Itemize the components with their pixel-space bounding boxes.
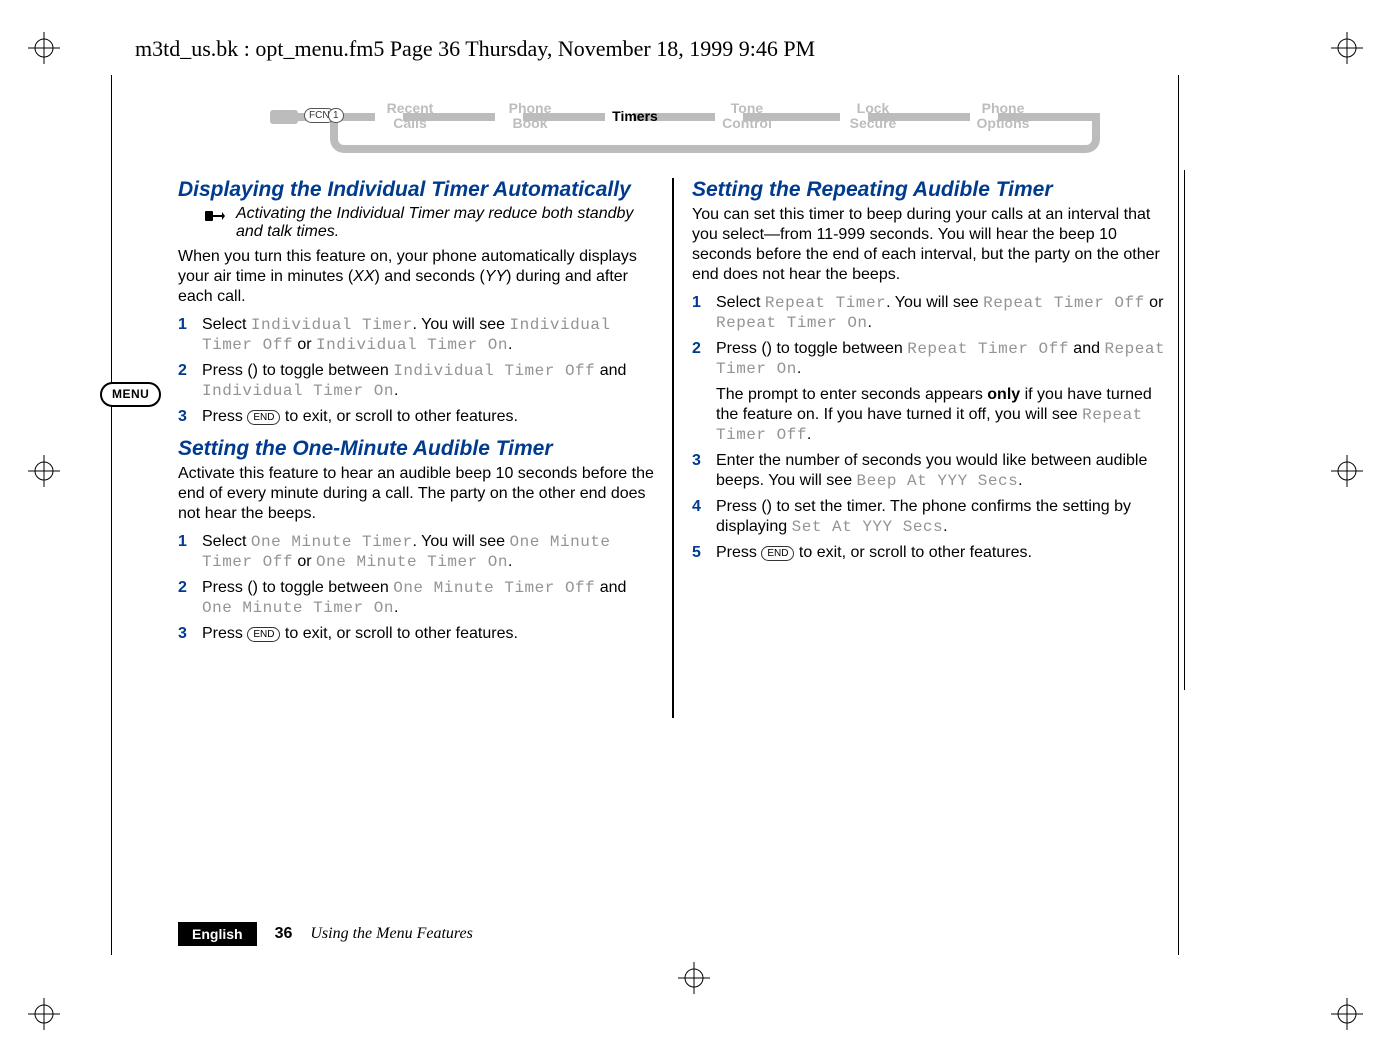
page-frame-line <box>1178 75 1179 955</box>
page-footer: English 36 Using the Menu Features <box>178 922 473 946</box>
step: Press END to exit, or scroll to other fe… <box>178 407 654 427</box>
crumb-lock-secure: LockSecure <box>828 101 918 131</box>
content-columns: Displaying the Individual Timer Automati… <box>178 172 1168 718</box>
registration-mark-icon <box>678 962 710 994</box>
column-divider <box>672 178 674 718</box>
crumb-phone-book: PhoneBook <box>485 101 575 131</box>
registration-mark-icon <box>1331 455 1363 487</box>
nav-breadcrumb: FCN 1 RecentCalls PhoneBook Timers ToneC… <box>270 95 1100 159</box>
end-key-icon: END <box>761 546 794 561</box>
crumb-recent-calls: RecentCalls <box>365 101 455 131</box>
page-frame-line <box>111 75 112 955</box>
steps-one-minute-timer: Select One Minute Timer. You will see On… <box>178 532 654 644</box>
step: Select Individual Timer. You will see In… <box>178 315 654 355</box>
footer-section-title: Using the Menu Features <box>310 925 472 943</box>
step: Press END to exit, or scroll to other fe… <box>692 543 1168 563</box>
steps-individual-timer: Select Individual Timer. You will see In… <box>178 315 654 427</box>
end-key-icon: END <box>247 410 280 425</box>
note-hand-icon <box>204 207 230 241</box>
left-column: Displaying the Individual Timer Automati… <box>178 172 654 718</box>
steps-repeating-timer: Select Repeat Timer. You will see Repeat… <box>692 293 1168 563</box>
step: Press () to toggle between Individual Ti… <box>178 361 654 401</box>
heading-one-minute-timer: Setting the One-Minute Audible Timer <box>178 437 654 460</box>
registration-mark-icon <box>1331 32 1363 64</box>
breadcrumb-start-pill <box>270 110 298 124</box>
page-number: 36 <box>275 925 293 943</box>
step: Press () to set the timer. The phone con… <box>692 497 1168 537</box>
heading-individual-timer: Displaying the Individual Timer Automati… <box>178 178 654 201</box>
note-individual-timer: Activating the Individual Timer may redu… <box>204 205 654 241</box>
registration-mark-icon <box>28 998 60 1030</box>
para-repeating-timer: You can set this timer to beep during yo… <box>692 205 1168 285</box>
one-key-icon: 1 <box>328 108 344 123</box>
crumb-timers: Timers <box>590 109 680 124</box>
registration-mark-icon <box>28 32 60 64</box>
end-key-icon: END <box>247 627 280 642</box>
step: Press END to exit, or scroll to other fe… <box>178 624 654 644</box>
crumb-phone-options: PhoneOptions <box>958 101 1048 131</box>
language-badge: English <box>178 922 257 946</box>
step: Press () to toggle between Repeat Timer … <box>692 339 1168 445</box>
menu-key-icon: MENU <box>100 382 161 407</box>
running-header: m3td_us.bk : opt_menu.fm5 Page 36 Thursd… <box>135 36 815 62</box>
right-content-edge <box>1184 170 1185 690</box>
right-column: Setting the Repeating Audible Timer You … <box>692 172 1168 718</box>
step: Press () to toggle between One Minute Ti… <box>178 578 654 618</box>
step: Enter the number of seconds you would li… <box>692 451 1168 491</box>
note-text: Activating the Individual Timer may redu… <box>236 205 654 241</box>
para-one-minute-timer: Activate this feature to hear an audible… <box>178 464 654 524</box>
registration-mark-icon <box>28 455 60 487</box>
registration-mark-icon <box>1331 998 1363 1030</box>
crumb-tone-control: ToneControl <box>702 101 792 131</box>
heading-repeating-timer: Setting the Repeating Audible Timer <box>692 178 1168 201</box>
step: Select One Minute Timer. You will see On… <box>178 532 654 572</box>
step: Select Repeat Timer. You will see Repeat… <box>692 293 1168 333</box>
para-individual-timer: When you turn this feature on, your phon… <box>178 247 654 307</box>
